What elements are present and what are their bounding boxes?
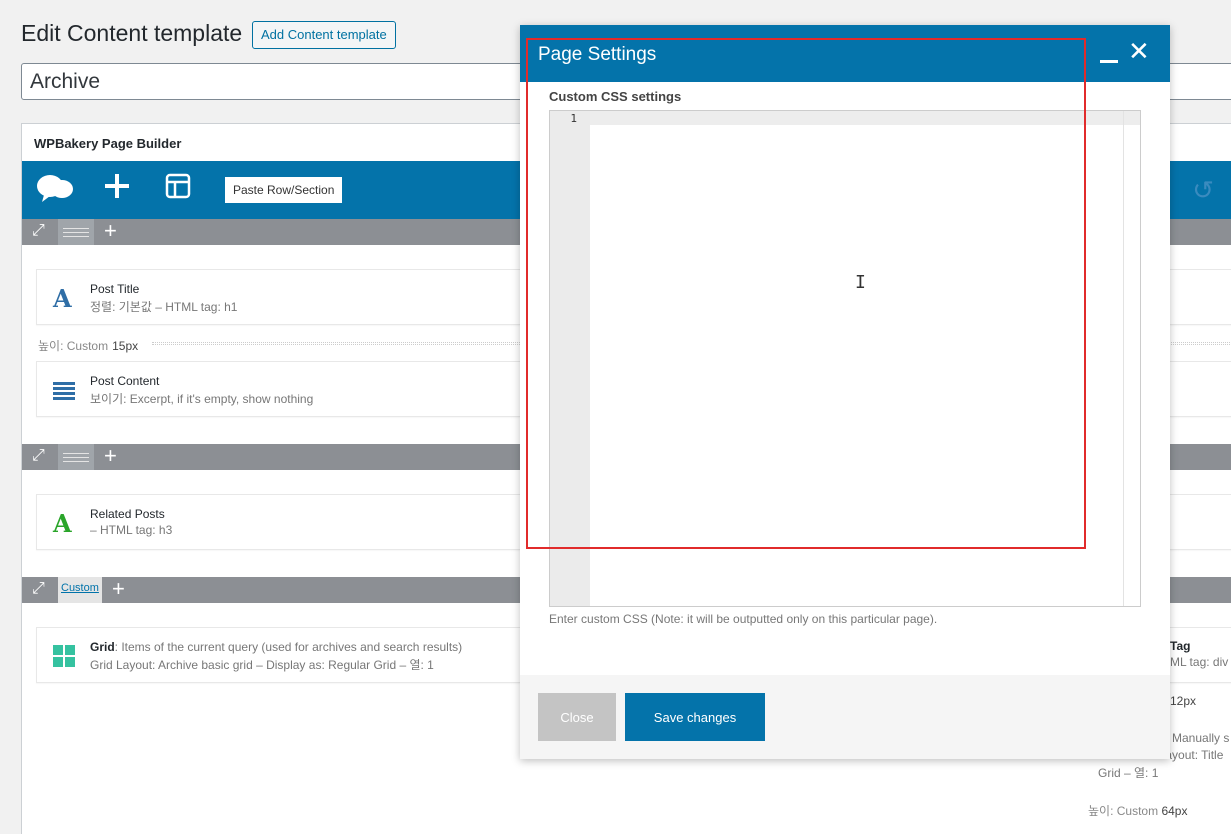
fragment-12px: 12px (1170, 694, 1197, 708)
custom-css-editor[interactable]: 1 I (549, 110, 1141, 607)
add-column-icon[interactable]: + (104, 218, 117, 244)
element-subtitle: – HTML tag: h3 (90, 523, 173, 537)
editor-gutter: 1 (550, 111, 590, 606)
element-title: Related Posts (90, 507, 165, 521)
wpbakery-logo-icon[interactable] (36, 173, 74, 210)
editor-scrollbar[interactable] (1123, 111, 1140, 606)
element-title: Grid: Items of the current query (used f… (90, 640, 463, 654)
expand-icon[interactable]: ⤢ (32, 580, 45, 598)
element-subtitle: Grid Layout: Archive basic grid – Displa… (90, 658, 434, 672)
page-settings-modal: Page Settings ✕ Custom CSS settings 1 I … (520, 25, 1170, 759)
close-icon[interactable]: ✕ (1128, 37, 1150, 65)
modal-title: Page Settings (538, 44, 657, 65)
add-content-template-button[interactable]: Add Content template (252, 21, 396, 49)
custom-css-note: Enter custom CSS (Note: it will be outpu… (549, 612, 938, 626)
templates-icon[interactable] (165, 173, 191, 206)
expand-icon[interactable]: ⤢ (32, 222, 45, 240)
element-subtitle: 정렬: 기본값 – HTML tag: h1 (90, 300, 238, 314)
active-line (590, 111, 1140, 125)
element-title: Post Title (90, 282, 140, 296)
paste-row-section-button[interactable]: Paste Row/Section (225, 177, 343, 203)
add-column-icon[interactable]: + (112, 576, 125, 602)
add-element-icon[interactable] (104, 173, 130, 206)
modal-footer: Close Save changes (520, 675, 1170, 759)
builder-title: WPBakery Page Builder (34, 136, 182, 151)
text-a-icon: A (53, 509, 72, 538)
expand-icon[interactable]: ⤢ (32, 447, 45, 465)
grid-icon (53, 644, 75, 673)
text-a-icon: A (53, 284, 72, 313)
element-title: Post Content (90, 374, 160, 388)
page-title: Edit Content template (21, 20, 243, 46)
fragment-tag: Tag (1170, 639, 1191, 653)
modal-header: Page Settings ✕ (520, 25, 1170, 82)
fragment-manually: Manually s (1172, 731, 1230, 745)
drag-handle[interactable] (58, 219, 94, 245)
minimize-icon[interactable] (1100, 41, 1118, 63)
drag-handle[interactable] (58, 444, 94, 470)
fragment-html-tag: ML tag: div (1170, 655, 1229, 669)
row-custom-label[interactable]: Custom (58, 577, 102, 603)
close-button[interactable]: Close (538, 693, 616, 741)
element-subtitle: 보이기: Excerpt, if it's empty, show nothin… (90, 392, 314, 406)
fragment-grid-col: Grid – 열: 1 (1098, 766, 1159, 780)
fragment-spacer-label: 높이: Custom 64px (1088, 804, 1188, 818)
save-changes-button[interactable]: Save changes (625, 693, 765, 741)
list-icon (53, 378, 75, 407)
text-cursor-icon: I (855, 272, 866, 293)
add-column-icon[interactable]: + (104, 443, 117, 469)
spacer-label: 높이: Custom 15px (38, 339, 139, 353)
custom-css-label: Custom CSS settings (549, 89, 682, 104)
undo-icon[interactable]: ↺ (1192, 175, 1214, 206)
line-number: 1 (570, 112, 577, 125)
